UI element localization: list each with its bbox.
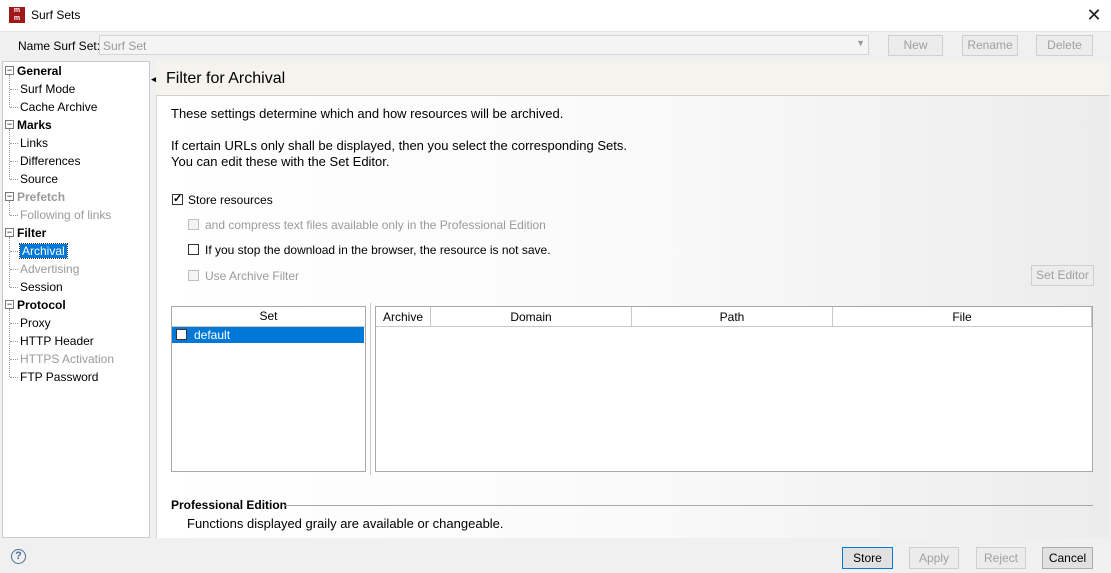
use-archive-filter-checkbox[interactable] [188,270,199,281]
column-header-domain[interactable]: Domain [431,307,632,327]
tree-connector [10,161,18,162]
sidebar-item-ftp-password[interactable]: FTP Password [20,368,98,386]
use-archive-filter-label: Use Archive Filter [205,269,300,283]
sets-info-line2: You can edit these with the Set Editor. [171,154,390,169]
settings-tree-items: − General Surf Mode Cache Archive − Marks Link… [2,61,150,538]
delete-button[interactable]: Delete [1036,35,1093,56]
list-item[interactable]: default [172,327,364,343]
sidebar-item-label: Session [20,280,63,294]
sidebar-item-label: Source [20,172,59,186]
column-header-path[interactable]: Path [632,307,833,327]
tree-connector [10,251,18,252]
new-button[interactable]: New [888,35,943,56]
help-icon[interactable]: ? [11,549,26,564]
set-default-checkbox[interactable] [176,329,187,340]
stop-download-checkbox[interactable] [188,244,199,255]
store-resources-label: Store resources [188,193,273,207]
tree-connector [9,237,10,287]
title-bar [0,0,1111,32]
name-surf-set-value: Surf Set [103,39,147,53]
tree-connector [10,143,18,144]
reject-button[interactable]: Reject [976,547,1026,569]
sidebar-item-links[interactable]: Links [20,134,48,152]
sidebar-item-label: Differences [20,154,81,168]
sidebar-item-label: Surf Mode [20,82,76,96]
chevron-down-icon[interactable]: ▼ [856,38,865,48]
close-icon[interactable]: ✕ [1082,3,1106,27]
tree-section-protocol[interactable]: Protocol [17,296,66,314]
column-header-file[interactable]: File [833,307,1092,327]
tree-connector [9,75,10,107]
sets-info-line1: If certain URLs only shall be displayed,… [171,138,627,153]
tree-section-marks[interactable]: Marks [17,116,52,134]
sidebar-item-label: Links [20,136,49,150]
sidebar-item-differences[interactable]: Differences [20,152,80,170]
professional-edition-title: Professional Edition [171,498,288,512]
tree-collapse-toggle-icon[interactable]: − [5,300,14,309]
set-default-label: default [194,328,231,342]
tree-connector [9,129,10,179]
tree-connector [9,309,10,377]
sidebar-item-advertising[interactable]: Advertising [20,260,79,278]
sidebar-item-following-of-links[interactable]: Following of links [20,206,111,224]
intro-text: These settings determine which and how r… [171,106,564,121]
tree-connector [10,323,18,324]
tree-section-prefetch[interactable]: Prefetch [17,188,65,206]
tree-connector [10,269,18,270]
set-column-header[interactable]: Set [172,307,365,327]
tree-collapse-toggle-icon[interactable]: − [5,192,14,201]
professional-divider [285,505,1093,506]
tree-section-filter[interactable]: Filter [17,224,46,242]
sidebar-item-cache-archive[interactable]: Cache Archive [20,98,97,116]
tree-connector [9,201,10,215]
sidebar-item-label: Cache Archive [20,100,98,114]
tree-connector [10,287,18,288]
sidebar-item-label: HTTPS Activation [20,352,115,366]
tree-connector [10,179,18,180]
archive-table [375,306,1093,472]
sidebar-item-label: Following of links [20,208,112,222]
tree-connector [10,377,18,378]
app-logo-icon: mm [9,7,25,23]
apply-button[interactable]: Apply [909,547,959,569]
store-resources-checkbox[interactable] [172,192,183,205]
sidebar-item-session[interactable]: Session [20,278,63,296]
sidebar-item-label: Advertising [20,262,80,276]
sidebar-item-https-activation[interactable]: HTTPS Activation [20,350,114,368]
rename-button[interactable]: Rename [962,35,1018,56]
tree-connector [10,341,18,342]
sidebar-item-proxy[interactable]: Proxy [20,314,51,332]
panel-header [156,61,1109,96]
name-surf-set-combo[interactable]: Surf Set ▼ [99,35,869,55]
sidebar-item-label: Archival [19,243,68,259]
tree-collapse-toggle-icon[interactable]: − [5,120,14,129]
window-title: Surf Sets [31,8,81,22]
sidebar-item-http-header[interactable]: HTTP Header [20,332,94,350]
sidebar-item-label: Proxy [20,316,51,330]
sidebar-item-source[interactable]: Source [20,170,58,188]
stop-download-label: If you stop the download in the browser,… [205,243,551,257]
tree-collapse-toggle-icon[interactable]: − [5,66,14,75]
sidebar-item-label: FTP Password [20,370,99,384]
tree-connector [10,89,18,90]
set-editor-button[interactable]: Set Editor [1031,265,1094,286]
professional-edition-text: Functions displayed graily are available… [187,516,504,531]
tree-connector [10,359,18,360]
sidebar-item-label: HTTP Header [20,334,94,348]
compress-checkbox[interactable] [188,219,199,230]
tree-connector [10,215,18,216]
panel-title: Filter for Archival [166,70,286,87]
tree-section-general[interactable]: General [17,62,62,80]
compress-label: and compress text files available only i… [205,218,546,232]
name-surf-set-label: Name Surf Set: [18,39,101,53]
column-header-archive[interactable]: Archive [376,307,431,327]
tree-collapse-toggle-icon[interactable]: − [5,228,14,237]
cancel-button[interactable]: Cancel [1042,547,1093,569]
store-button[interactable]: Store [842,547,893,569]
sidebar-item-surf-mode[interactable]: Surf Mode [20,80,75,98]
tree-connector [10,107,18,108]
sidebar-item-archival[interactable]: Archival [19,242,68,260]
